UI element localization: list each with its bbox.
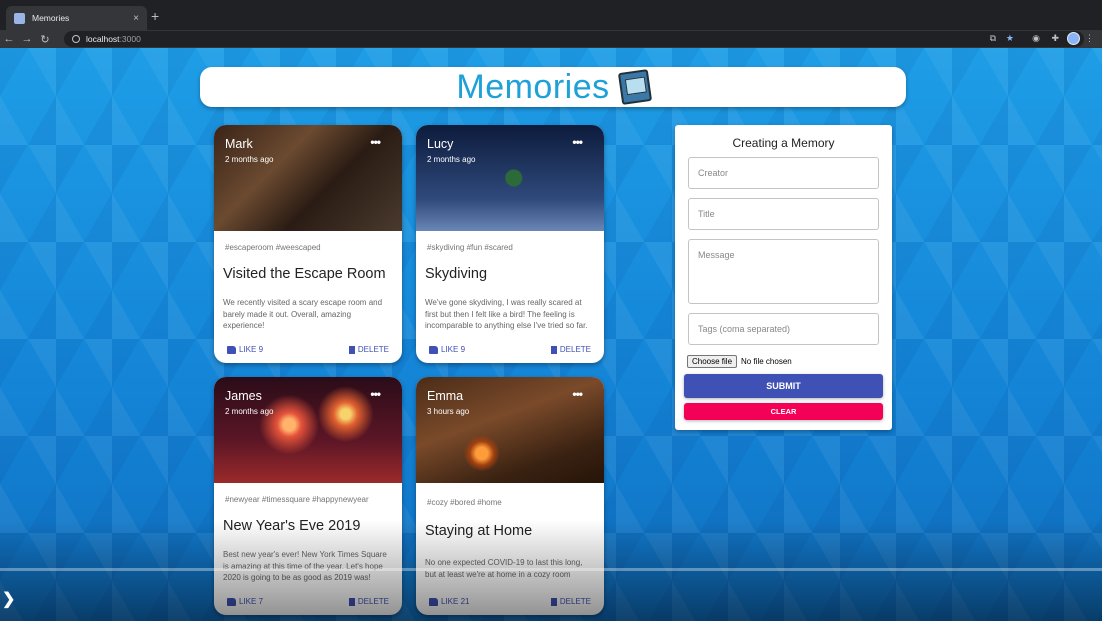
post-time: 2 months ago xyxy=(225,155,274,164)
delete-label: DELETE xyxy=(357,345,389,354)
forward-icon[interactable]: → xyxy=(18,33,36,45)
profile-avatar-icon[interactable] xyxy=(1067,32,1080,45)
thumb-up-icon xyxy=(429,345,438,354)
post-creator: James xyxy=(225,389,262,403)
trash-icon xyxy=(550,597,557,606)
delete-button[interactable]: DELETE xyxy=(550,345,591,354)
post-tags: #newyear #timessquare #happynewyear xyxy=(225,495,369,504)
post-image: Emma 3 hours ago ••• xyxy=(416,377,604,483)
extension-icon[interactable]: ◉ xyxy=(1032,33,1040,44)
more-options-icon[interactable]: ••• xyxy=(370,387,381,401)
post-creator: Mark xyxy=(225,137,253,151)
post-time: 2 months ago xyxy=(225,407,274,416)
like-button[interactable]: LIKE 9 xyxy=(429,345,465,354)
more-options-icon[interactable]: ••• xyxy=(572,387,583,401)
more-options-icon[interactable]: ••• xyxy=(572,135,583,149)
post-tags: #escaperoom #weescaped xyxy=(225,243,321,252)
video-progress-bar[interactable] xyxy=(0,568,1102,571)
like-button[interactable]: LIKE 7 xyxy=(227,597,263,606)
thumb-up-icon xyxy=(227,345,236,354)
browser-toolbar: ← → ↻ localhost :3000 ⧉ ★ ◉ ✚ ⋮ xyxy=(0,30,1102,48)
like-button[interactable]: LIKE 21 xyxy=(429,597,469,606)
new-tab-button[interactable]: + xyxy=(151,9,159,23)
tab-title: Memories xyxy=(32,13,70,23)
post-time: 3 hours ago xyxy=(427,407,470,416)
trash-icon xyxy=(550,345,557,354)
delete-button[interactable]: DELETE xyxy=(550,597,591,606)
post-message: We recently visited a scary escape room … xyxy=(223,298,383,330)
delete-label: DELETE xyxy=(559,597,591,606)
page-background: Memories Mark 2 months ago ••• #escapero… xyxy=(0,48,1102,621)
memories-logo-icon xyxy=(617,69,652,105)
file-input: Choose file No file chosen xyxy=(687,355,792,368)
post-image: Lucy 2 months ago ••• xyxy=(416,125,604,231)
post-image: James 2 months ago ••• xyxy=(214,377,402,483)
close-tab-icon[interactable]: × xyxy=(133,13,139,24)
post-title: Visited the Escape Room xyxy=(223,266,386,282)
like-button[interactable]: LIKE 9 xyxy=(227,345,263,354)
back-icon[interactable]: ← xyxy=(0,33,18,45)
open-in-window-icon[interactable]: ⧉ xyxy=(990,33,996,44)
like-label: LIKE 9 xyxy=(441,345,466,354)
post-creator: Emma xyxy=(427,389,464,403)
thumb-up-icon xyxy=(227,597,236,606)
post-tags: #skydiving #fun #scared xyxy=(427,243,513,252)
file-status: No file chosen xyxy=(741,357,792,366)
form-heading: Creating a Memory xyxy=(732,136,835,150)
choose-file-button[interactable]: Choose file xyxy=(687,355,738,368)
browser-tab-bar: Memories × + xyxy=(0,0,1102,30)
trash-icon xyxy=(348,345,355,354)
delete-label: DELETE xyxy=(559,345,591,354)
delete-label: DELETE xyxy=(357,597,389,606)
message-field[interactable] xyxy=(688,239,879,304)
puzzle-icon[interactable]: ✚ xyxy=(1051,33,1059,44)
post-time: 2 months ago xyxy=(427,155,476,164)
menu-kebab-icon[interactable]: ⋮ xyxy=(1085,33,1094,44)
create-memory-form: Creating a Memory Choose file No file ch… xyxy=(675,125,892,430)
site-info-icon[interactable] xyxy=(72,35,80,43)
creator-field[interactable] xyxy=(688,157,879,189)
post-card: Lucy 2 months ago ••• #skydiving #fun #s… xyxy=(416,125,604,363)
url-host: localhost xyxy=(86,34,120,44)
more-options-icon[interactable]: ••• xyxy=(370,135,381,149)
tags-field[interactable] xyxy=(688,313,879,345)
post-title: Staying at Home xyxy=(425,523,533,539)
delete-button[interactable]: DELETE xyxy=(348,345,389,354)
title-field[interactable] xyxy=(688,198,879,230)
browser-tab[interactable]: Memories × xyxy=(6,6,147,30)
post-card: Mark 2 months ago ••• #escaperoom #weesc… xyxy=(214,125,402,363)
bookmark-star-icon[interactable]: ★ xyxy=(1006,33,1014,44)
reload-icon[interactable]: ↻ xyxy=(36,33,54,46)
post-message: Best new year's ever! New York Times Squ… xyxy=(223,550,387,582)
url-port: :3000 xyxy=(119,34,141,44)
submit-button[interactable]: SUBMIT xyxy=(684,374,883,398)
like-label: LIKE 7 xyxy=(239,597,264,606)
address-bar[interactable]: localhost :3000 ⧉ ★ xyxy=(64,31,1084,47)
thumb-up-icon xyxy=(429,597,438,606)
clear-button[interactable]: CLEAR xyxy=(684,403,883,420)
favicon-icon xyxy=(14,12,25,24)
like-label: LIKE 9 xyxy=(239,345,264,354)
post-creator: Lucy xyxy=(427,137,454,151)
trash-icon xyxy=(348,597,355,606)
post-image: Mark 2 months ago ••• xyxy=(214,125,402,231)
post-card: James 2 months ago ••• #newyear #timessq… xyxy=(214,377,402,615)
post-message: We've gone skydiving, I was really scare… xyxy=(425,298,588,330)
delete-button[interactable]: DELETE xyxy=(348,597,389,606)
post-title: Skydiving xyxy=(425,266,488,282)
post-card: Emma 3 hours ago ••• #cozy #bored #home … xyxy=(416,377,604,615)
like-label: LIKE 21 xyxy=(441,597,470,606)
app-bar: Memories xyxy=(200,67,906,107)
post-tags: #cozy #bored #home xyxy=(427,498,502,507)
post-title: New Year's Eve 2019 xyxy=(223,518,361,534)
play-icon[interactable]: ❯ xyxy=(2,589,15,609)
app-title: Memories xyxy=(456,67,610,106)
